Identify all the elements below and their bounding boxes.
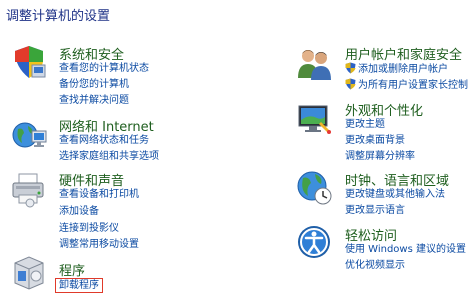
monitor-paint-icon[interactable] <box>295 100 333 138</box>
link-change-theme[interactable]: 更改主题 <box>345 118 385 131</box>
link-connect-projector[interactable]: 连接到投影仪 <box>59 222 119 235</box>
link-add-device[interactable]: 添加设备 <box>59 205 99 218</box>
category-title[interactable]: 网络和 Internet <box>59 116 154 135</box>
link-change-keyboard[interactable]: 更改键盘或其他输入法 <box>345 188 445 201</box>
page-title: 调整计算机的设置 <box>6 9 111 24</box>
link-label: 添加或删除用户帐户 <box>358 64 448 75</box>
category-title[interactable]: 轻松访问 <box>345 225 397 244</box>
link-change-background[interactable]: 更改桌面背景 <box>345 134 405 147</box>
ease-of-access-icon[interactable] <box>295 223 333 261</box>
category-title[interactable]: 时钟、语言和区域 <box>345 170 449 189</box>
globe-clock-icon[interactable] <box>295 168 333 206</box>
link-homegroup-sharing[interactable]: 选择家庭组和共享选项 <box>59 150 159 163</box>
programs-box-icon[interactable] <box>10 253 48 291</box>
link-find-fix-problems[interactable]: 查找并解决问题 <box>59 94 129 107</box>
link-view-computer-status[interactable]: 查看您的计算机状态 <box>59 62 149 75</box>
shield-icon[interactable] <box>10 43 48 81</box>
uac-shield-icon <box>345 78 356 90</box>
network-globe-icon[interactable] <box>10 117 48 155</box>
link-optimize-display[interactable]: 优化视频显示 <box>345 259 405 272</box>
category-title[interactable]: 用户帐户和家庭安全 <box>345 44 462 63</box>
category-title[interactable]: 外观和个性化 <box>345 100 423 119</box>
uac-shield-icon <box>345 62 356 74</box>
link-backup-computer[interactable]: 备份您的计算机 <box>59 78 129 91</box>
category-title[interactable]: 系统和安全 <box>59 44 124 63</box>
category-title[interactable]: 程序 <box>59 260 85 279</box>
category-title[interactable]: 硬件和声音 <box>59 170 124 189</box>
link-add-remove-accounts[interactable]: 添加或删除用户帐户 <box>345 62 448 76</box>
link-parental-controls[interactable]: 为所有用户设置家长控制 <box>345 78 468 92</box>
link-devices-printers[interactable]: 查看设备和打印机 <box>59 188 139 201</box>
printer-icon[interactable] <box>10 170 48 208</box>
link-label: 为所有用户设置家长控制 <box>358 80 468 91</box>
users-icon[interactable] <box>295 44 333 82</box>
link-screen-resolution[interactable]: 调整屏幕分辨率 <box>345 150 415 163</box>
link-uninstall-program[interactable]: 卸载程序 <box>55 278 103 293</box>
link-windows-recommended[interactable]: 使用 Windows 建议的设置 <box>345 243 466 256</box>
link-mobility-settings[interactable]: 调整常用移动设置 <box>59 238 139 251</box>
link-view-network-status[interactable]: 查看网络状态和任务 <box>59 134 149 147</box>
link-display-language[interactable]: 更改显示语言 <box>345 204 405 217</box>
